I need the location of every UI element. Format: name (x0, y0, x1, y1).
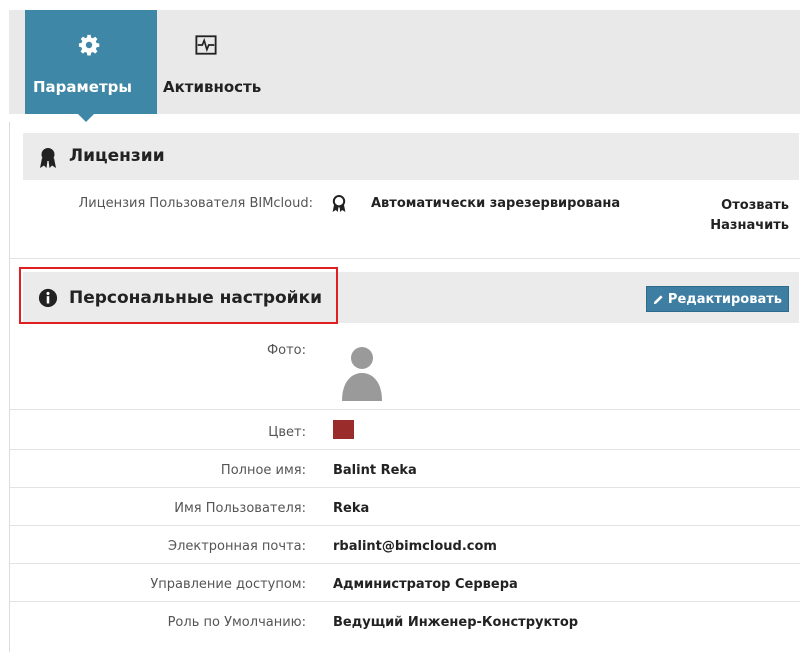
info-row: Полное имя: Balint Reka (10, 449, 800, 488)
award-ribbon-icon (332, 195, 346, 212)
info-row: Электронная почта: rbalint@bimcloud.com (10, 525, 800, 564)
avatar-placeholder[interactable] (340, 345, 384, 401)
default-role-value: Ведущий Инженер-Конструктор (333, 615, 579, 630)
info-row: Управление доступом: Администратор Серве… (10, 563, 800, 602)
tab-parameters-label: Параметры (33, 78, 132, 96)
color-row: Цвет: (10, 409, 800, 450)
full-name-value: Balint Reka (333, 463, 417, 478)
username-label: Имя Пользователя: (174, 501, 306, 516)
color-label: Цвет: (268, 425, 306, 440)
tab-activity[interactable]: Активность (157, 10, 287, 114)
photo-label: Фото: (266, 343, 306, 358)
license-status: Автоматически зарезервирована (371, 196, 621, 211)
licenses-title: Лицензии (69, 146, 165, 166)
tab-parameters[interactable]: Параметры (25, 10, 157, 114)
pencil-icon (653, 294, 663, 304)
edit-button-label: Редактировать (667, 291, 782, 307)
info-row: Имя Пользователя: Reka (10, 487, 800, 526)
full-name-label: Полное имя: (220, 463, 306, 478)
highlight-box (19, 267, 338, 324)
tab-activity-label: Активность (163, 78, 262, 96)
active-tab-pointer (78, 114, 94, 122)
license-row: Лицензия Пользователя BIMcloud: Автомати… (10, 180, 800, 259)
color-swatch[interactable] (333, 420, 354, 439)
edit-button[interactable]: Редактировать (645, 286, 789, 312)
assign-link[interactable]: Назначить (710, 216, 789, 236)
tab-bar: Параметры Активность (9, 10, 800, 114)
access-control-value: Администратор Сервера (333, 577, 518, 592)
license-actions: Отозвать Назначить (710, 196, 789, 236)
revoke-link[interactable]: Отозвать (710, 196, 789, 216)
activity-monitor-icon (195, 35, 217, 55)
gear-icon (78, 34, 100, 56)
award-ribbon-icon (40, 148, 56, 168)
settings-panel: Лицензии Лицензия Пользователя BIMcloud:… (9, 122, 800, 652)
info-row: Роль по Умолчанию: Ведущий Инженер-Конст… (10, 601, 800, 641)
email-value: rbalint@bimcloud.com (333, 539, 497, 554)
access-control-label: Управление доступом: (150, 577, 306, 592)
licenses-section-header: Лицензии (23, 133, 799, 180)
photo-row: Фото: (10, 323, 800, 410)
username-value: Reka (333, 501, 370, 516)
default-role-label: Роль по Умолчанию: (167, 615, 306, 630)
email-label: Электронная почта: (168, 539, 306, 554)
license-label: Лицензия Пользователя BIMcloud: (78, 196, 313, 211)
